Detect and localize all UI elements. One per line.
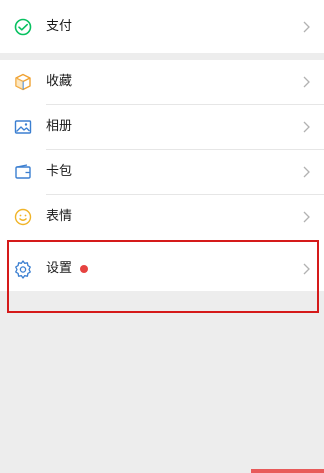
card-wallet-icon bbox=[15, 164, 31, 179]
menu-item-label: 相册 bbox=[46, 119, 73, 134]
chevron-right-icon bbox=[303, 21, 310, 33]
menu-item-label: 支付 bbox=[46, 19, 73, 34]
menu-item-pay[interactable]: 支付 bbox=[0, 5, 324, 49]
chevron-right-icon bbox=[303, 121, 310, 133]
menu-item-label: 设置 bbox=[46, 261, 73, 276]
pay-section: 支付 bbox=[0, 0, 324, 53]
settings-gear-icon bbox=[15, 260, 31, 279]
notification-badge bbox=[80, 265, 88, 273]
menu-item-stickers[interactable]: 表情 bbox=[0, 195, 324, 239]
chevron-right-icon bbox=[303, 76, 310, 88]
sticker-smile-icon bbox=[14, 208, 32, 226]
features-section: 收藏 相册 卡包 表情 设置 bbox=[0, 60, 324, 291]
menu-item-label: 表情 bbox=[46, 209, 73, 224]
menu-item-settings[interactable]: 设置 bbox=[0, 247, 324, 291]
menu-item-favorites[interactable]: 收藏 bbox=[0, 60, 324, 104]
menu-item-album[interactable]: 相册 bbox=[0, 105, 324, 149]
chevron-right-icon bbox=[303, 211, 310, 223]
menu-item-label: 卡包 bbox=[46, 164, 73, 179]
wechat-pay-icon bbox=[14, 18, 32, 36]
chevron-right-icon bbox=[303, 263, 310, 275]
chevron-right-icon bbox=[303, 166, 310, 178]
album-picture-icon bbox=[14, 120, 32, 134]
menu-item-card-wallet[interactable]: 卡包 bbox=[0, 150, 324, 194]
bottom-edge-marker bbox=[251, 469, 324, 473]
menu-item-label: 收藏 bbox=[46, 74, 73, 89]
favorites-cube-icon bbox=[15, 73, 31, 91]
